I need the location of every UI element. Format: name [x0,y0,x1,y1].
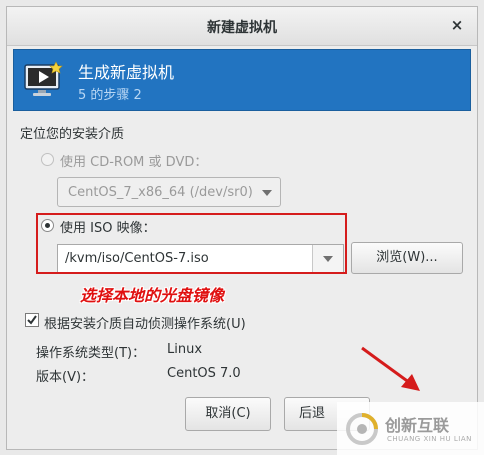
cdrom-radio[interactable] [41,153,54,166]
close-icon[interactable]: × [447,15,467,35]
browse-button[interactable]: 浏览(W)... [351,242,463,274]
brand-logo-icon [346,413,378,445]
red-arrow-icon [361,346,420,391]
banner-title: 生成新虚拟机 [78,63,175,82]
banner-step: 5 的步骤 2 [78,88,142,103]
wizard-banner: 生成新虚拟机 5 的步骤 2 [13,49,471,111]
watermark-sub: CHUANG XIN HU LIAN [387,435,472,443]
os-type-value: Linux [167,342,203,357]
title-bar: 新建虚拟机 × [7,7,477,46]
version-label: 版本(V)： [36,370,95,385]
highlight-box [36,213,347,274]
annotation-text: 选择本地的光盘镜像 [80,286,225,305]
version-value: CentOS 7.0 [167,366,241,381]
section-label: 定位您的安装介质 [20,127,125,142]
monitor-play-icon [24,61,63,96]
cdrom-device-select[interactable]: CentOS_7_x86_64 (/dev/sr0) [57,177,281,207]
chevron-down-icon [262,190,272,196]
watermark-brand: 创新互联 [385,416,450,435]
auto-detect-label: 根据安装介质自动侦测操作系统(U) [44,317,246,332]
cdrom-label: 使用 CD-ROM 或 DVD： [60,155,208,170]
cancel-button[interactable]: 取消(C) [185,397,271,431]
watermark: 创新互联 CHUANG XIN HU LIAN [337,402,484,455]
check-icon [27,315,37,325]
window-title: 新建虚拟机 [207,20,277,36]
cdrom-device-value: CentOS_7_x86_64 (/dev/sr0) [68,185,253,200]
os-type-label: 操作系统类型(T)： [36,346,146,361]
auto-detect-checkbox[interactable] [25,313,39,327]
